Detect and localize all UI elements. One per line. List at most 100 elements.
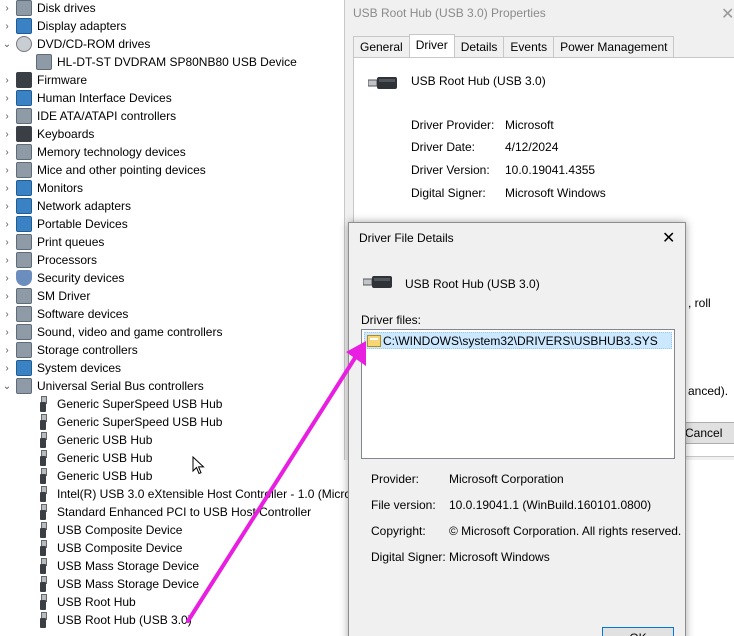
tree-item-label: Storage controllers (37, 343, 138, 357)
tree-item-label: Firmware (37, 73, 87, 87)
usb-plug-icon (38, 450, 48, 466)
expand-chevron-icon[interactable]: › (2, 251, 12, 269)
usb-device-label: USB Composite Device (57, 541, 183, 555)
expand-chevron-icon[interactable]: › (2, 143, 12, 161)
cancel-button[interactable]: Cancel (682, 422, 734, 444)
tree-category-item[interactable]: › Mice and other pointing devices (5, 161, 206, 179)
tree-category-item[interactable]: › Monitors (5, 179, 83, 197)
tree-category-item[interactable]: › Human Interface Devices (5, 89, 172, 107)
usb-device-item[interactable]: Standard Enhanced PCI to USB Host Contro… (38, 503, 311, 521)
tree-item-label: SM Driver (37, 289, 91, 303)
list-item[interactable]: C:\WINDOWS\system32\DRIVERS\USBHUB3.SYS (364, 332, 672, 349)
tree-category-item[interactable]: › Network adapters (5, 197, 132, 215)
usb-plug-icon (38, 396, 48, 412)
tree-category-item[interactable]: ⌄ DVD/CD-ROM drives (3, 35, 150, 53)
ok-button[interactable]: OK (602, 627, 674, 636)
tree-category-item[interactable]: › Print queues (5, 233, 104, 251)
usb-device-item[interactable]: USB Root Hub (38, 593, 136, 611)
tree-item-label: Network adapters (37, 199, 132, 213)
usb-plug-icon (38, 522, 48, 538)
tab-driver[interactable]: Driver (408, 34, 455, 57)
expand-chevron-icon[interactable]: › (2, 305, 12, 323)
sm-driver-icon (16, 288, 32, 304)
tree-category-item[interactable]: › Portable Devices (5, 215, 128, 233)
tree-category-item[interactable]: › SM Driver (5, 287, 91, 305)
tree-category-item[interactable]: ⌄ Universal Serial Bus controllers (3, 377, 204, 395)
tree-category-item[interactable]: › Security devices (5, 269, 124, 287)
usb-device-item[interactable]: USB Root Hub (USB 3.0) (38, 611, 192, 629)
expand-chevron-icon[interactable]: › (2, 287, 12, 305)
usb-device-label: Generic SuperSpeed USB Hub (57, 397, 223, 411)
collapse-chevron-icon[interactable]: ⌄ (2, 35, 12, 53)
ide-controller-icon (16, 108, 32, 124)
usb-device-item[interactable]: USB Mass Storage Device (38, 557, 199, 575)
tree-category-item[interactable]: › Memory technology devices (5, 143, 186, 161)
usb-device-item[interactable]: Generic USB Hub (38, 467, 152, 485)
driver-files-list[interactable]: C:\WINDOWS\system32\DRIVERS\USBHUB3.SYS (361, 329, 675, 459)
tree-category-item[interactable]: › Keyboards (5, 125, 94, 143)
usb-device-label: Generic USB Hub (57, 451, 153, 465)
expand-chevron-icon[interactable]: › (2, 17, 12, 35)
security-device-icon (16, 270, 32, 286)
expand-chevron-icon[interactable]: › (2, 89, 12, 107)
usb-plug-icon (38, 576, 48, 592)
tree-category-item[interactable]: › IDE ATA/ATAPI controllers (5, 107, 176, 125)
usb-device-item[interactable]: Generic SuperSpeed USB Hub (38, 413, 222, 431)
usb-device-label: Intel(R) USB 3.0 eXtensible Host Control… (57, 487, 375, 501)
tree-category-item[interactable]: › Firmware (5, 71, 87, 89)
expand-chevron-icon[interactable]: › (2, 161, 12, 179)
usb-device-item[interactable]: Generic USB Hub (38, 449, 152, 467)
tree-category-item[interactable]: › Processors (5, 251, 97, 269)
portable-device-icon (16, 216, 32, 232)
expand-chevron-icon[interactable]: › (2, 197, 12, 215)
usb-plug-icon (38, 504, 48, 520)
tab-general[interactable]: General (353, 36, 410, 57)
usb-device-item[interactable]: USB Composite Device (38, 521, 182, 539)
expand-chevron-icon[interactable]: › (2, 107, 12, 125)
usb-plug-icon (38, 486, 48, 502)
tab-details[interactable]: Details (453, 36, 505, 57)
tree-item-label: Memory technology devices (37, 145, 186, 159)
dialog-close-icon[interactable]: ✕ (662, 228, 675, 248)
usb-controller-icon (16, 378, 32, 394)
usb-device-item[interactable]: USB Composite Device (38, 539, 182, 557)
system-file-icon (367, 334, 381, 347)
expand-chevron-icon[interactable]: › (2, 359, 12, 377)
usb-device-icon (363, 276, 392, 288)
expand-chevron-icon[interactable]: › (2, 215, 12, 233)
dvd-device-icon (36, 54, 52, 70)
driver-date-label: Driver Date: (411, 140, 476, 154)
properties-close-icon[interactable]: ✕ (721, 4, 734, 24)
expand-chevron-icon[interactable]: › (2, 233, 12, 251)
tree-category-item[interactable]: › Storage controllers (5, 341, 138, 359)
partial-text-roll: , roll (688, 296, 711, 310)
tree-category-item[interactable]: › Software devices (5, 305, 129, 323)
mouse-icon (16, 162, 32, 178)
usb-device-item[interactable]: Intel(R) USB 3.0 eXtensible Host Control… (38, 485, 374, 503)
expand-chevron-icon[interactable]: › (2, 269, 12, 287)
tree-category-item[interactable]: › Display adapters (5, 17, 126, 35)
expand-chevron-icon[interactable]: › (2, 179, 12, 197)
tree-device-item[interactable]: HL-DT-ST DVDRAM SP80NB80 USB Device (36, 53, 297, 71)
keyboard-icon (16, 126, 32, 142)
usb-device-label: USB Mass Storage Device (57, 577, 200, 591)
tab-power-management[interactable]: Power Management (553, 36, 675, 57)
collapse-chevron-icon[interactable]: ⌄ (2, 377, 12, 395)
expand-chevron-icon[interactable]: › (2, 341, 12, 359)
usb-device-item[interactable]: USB Mass Storage Device (38, 575, 199, 593)
tree-item-label: Mice and other pointing devices (37, 163, 206, 177)
tree-category-item[interactable]: › Disk drives (5, 0, 96, 17)
driver-version-value: 10.0.19041.4355 (505, 163, 596, 177)
tab-events[interactable]: Events (503, 36, 555, 57)
expand-chevron-icon[interactable]: › (2, 323, 12, 341)
tree-category-item[interactable]: › Sound, video and game controllers (5, 323, 222, 341)
expand-chevron-icon[interactable]: › (2, 125, 12, 143)
tree-item-label: Human Interface Devices (37, 91, 172, 105)
usb-device-item[interactable]: Generic SuperSpeed USB Hub (38, 395, 222, 413)
tree-category-item[interactable]: › System devices (5, 359, 121, 377)
expand-chevron-icon[interactable]: › (2, 0, 12, 17)
tree-item-label: Software devices (37, 307, 129, 321)
usb-device-item[interactable]: Generic USB Hub (38, 431, 152, 449)
expand-chevron-icon[interactable]: › (2, 71, 12, 89)
storage-controller-icon (16, 342, 32, 358)
